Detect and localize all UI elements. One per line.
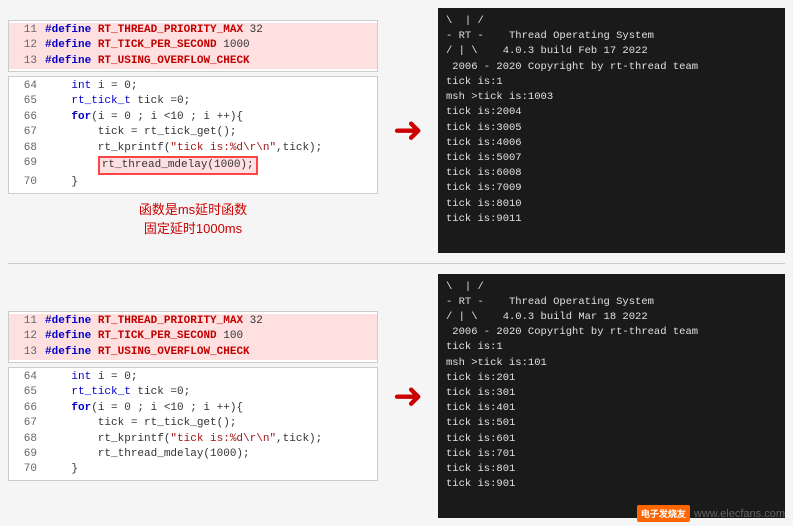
left-panel-2: 11 #define RT_THREAD_PRIORITY_MAX 32 12 … [8, 311, 378, 481]
arrow-icon-1: ➜ [393, 112, 423, 148]
row-1: 11 #define RT_THREAD_PRIORITY_MAX 32 12 … [8, 8, 785, 253]
code-line-r2-69: 69 rt_thread_mdelay(1000); [9, 447, 377, 462]
code-line-r2-t3: 13 #define RT_USING_OVERFLOW_CHECK [9, 345, 377, 360]
watermark-logo: 电子发烧友 [637, 505, 690, 522]
main-container: 11 #define RT_THREAD_PRIORITY_MAX 32 12 … [0, 0, 793, 526]
arrow-icon-2: ➜ [393, 378, 423, 414]
code-line-r1-64: 64 int i = 0; [9, 79, 377, 94]
code-line-r2-68: 68 rt_kprintf("tick is:%d\r\n",tick); [9, 432, 377, 447]
code-line-r1-65: 65 rt_tick_t tick =0; [9, 94, 377, 109]
code-line-r1-t1: 11 #define RT_THREAD_PRIORITY_MAX 32 [9, 23, 377, 38]
terminal-1: \ | / - RT - Thread Operating System / |… [438, 8, 785, 253]
code-line-r1-69: 69 rt_thread_mdelay(1000); [9, 156, 377, 175]
divider [8, 263, 785, 264]
row-2: 11 #define RT_THREAD_PRIORITY_MAX 32 12 … [8, 274, 785, 519]
code-line-r2-t2: 12 #define RT_TICK_PER_SECOND 100 [9, 329, 377, 344]
code-line-r1-67: 67 tick = rt_tick_get(); [9, 125, 377, 140]
code-line-r2-64: 64 int i = 0; [9, 370, 377, 385]
code-line-r2-70: 70 } [9, 462, 377, 477]
code-line-r2-67: 67 tick = rt_tick_get(); [9, 416, 377, 431]
code-block-top-2: 11 #define RT_THREAD_PRIORITY_MAX 32 12 … [8, 311, 378, 363]
label-area-1: 函数是ms延时函数 固定延时1000ms [8, 198, 378, 241]
code-block-main-1: 64 int i = 0; 65 rt_tick_t tick =0; 66 f… [8, 76, 378, 194]
label-1a: 函数是ms延时函数 [8, 200, 378, 220]
arrow-1: ➜ [388, 112, 428, 148]
code-line-r1-t3: 13 #define RT_USING_OVERFLOW_CHECK [9, 54, 377, 69]
code-block-main-2: 64 int i = 0; 65 rt_tick_t tick =0; 66 f… [8, 367, 378, 481]
code-line-r1-68: 68 rt_kprintf("tick is:%d\r\n",tick); [9, 141, 377, 156]
arrow-2: ➜ [388, 378, 428, 414]
label-1b: 固定延时1000ms [8, 219, 378, 239]
left-panel-1: 11 #define RT_THREAD_PRIORITY_MAX 32 12 … [8, 20, 378, 241]
code-line-r1-66: 66 for(i = 0 ; i <10 ; i ++){ [9, 110, 377, 125]
code-line-r1-70: 70 } [9, 175, 377, 190]
code-line-r2-65: 65 rt_tick_t tick =0; [9, 385, 377, 400]
code-line-r2-66: 66 for(i = 0 ; i <10 ; i ++){ [9, 401, 377, 416]
terminal-2: \ | / - RT - Thread Operating System / |… [438, 274, 785, 519]
code-line-r2-t1: 11 #define RT_THREAD_PRIORITY_MAX 32 [9, 314, 377, 329]
watermark-url: www.elecfans.com [694, 508, 785, 520]
code-line-r1-t2: 12 #define RT_TICK_PER_SECOND 1000 [9, 38, 377, 53]
watermark: 电子发烧友 www.elecfans.com [637, 505, 785, 522]
code-block-top-1: 11 #define RT_THREAD_PRIORITY_MAX 32 12 … [8, 20, 378, 72]
